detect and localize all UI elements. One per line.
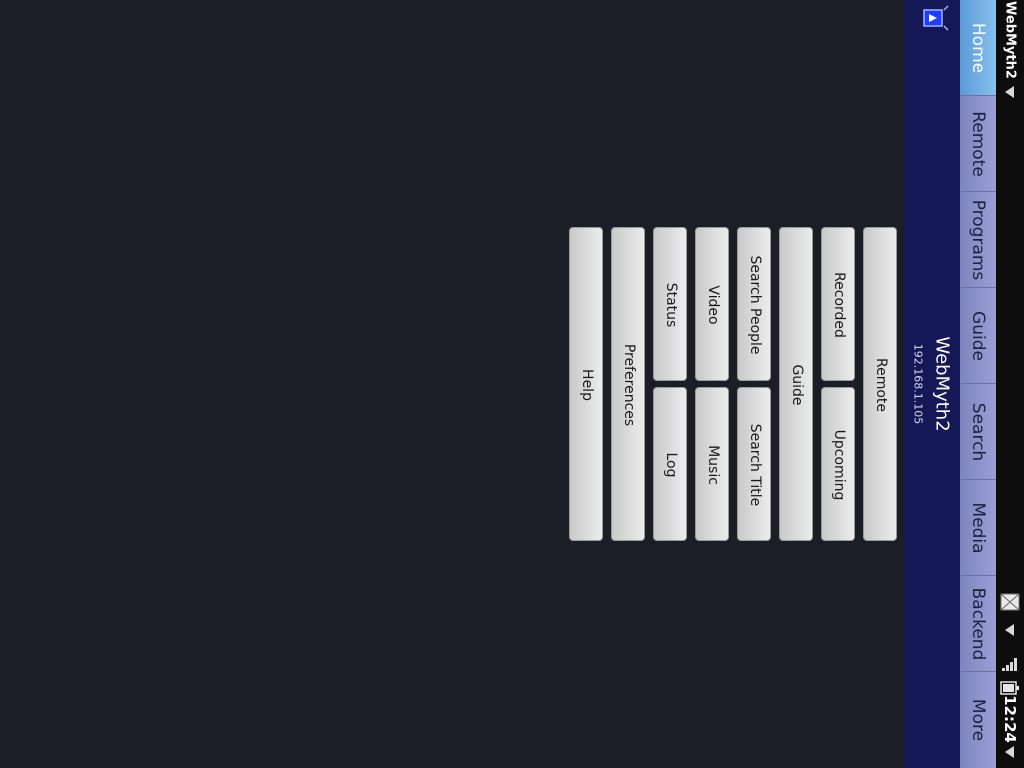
tab-label: Home	[968, 22, 988, 74]
tab-remote[interactable]: Remote	[960, 96, 996, 192]
tab-bar: Home Remote Programs Guide Search Media …	[960, 0, 996, 768]
search-title-button[interactable]: Search Title	[737, 387, 771, 541]
preferences-button[interactable]: Preferences	[611, 227, 645, 541]
tab-label: Guide	[968, 311, 988, 361]
help-button[interactable]: Help	[569, 227, 603, 541]
page-title: WebMyth2	[931, 336, 953, 432]
tab-label: Programs	[968, 199, 988, 281]
tab-label: Search	[968, 402, 988, 462]
button-label: Recorded	[831, 272, 847, 338]
button-label: Status	[663, 282, 679, 328]
guide-button[interactable]: Guide	[779, 227, 813, 541]
tab-label: Backend	[968, 587, 988, 661]
recorded-button[interactable]: Recorded	[821, 227, 855, 381]
status-app-title[interactable]: WebMyth2	[1003, 1, 1018, 79]
button-label: Search Title	[747, 423, 763, 507]
remote-button[interactable]: Remote	[863, 227, 897, 541]
tab-backend[interactable]: Backend	[960, 576, 996, 672]
status-button[interactable]: Status	[653, 227, 687, 381]
search-people-button[interactable]: Search People	[737, 227, 771, 381]
tab-more[interactable]: More	[960, 672, 996, 768]
button-label: Guide	[789, 364, 805, 406]
button-label: Video	[705, 285, 721, 325]
button-label: Preferences	[621, 343, 637, 427]
mail-icon[interactable]	[999, 591, 1021, 613]
upcoming-button[interactable]: Upcoming	[821, 387, 855, 541]
signal-icon	[1000, 654, 1020, 672]
tab-search[interactable]: Search	[960, 384, 996, 480]
backend-ip: 192.168.1.105	[911, 343, 925, 425]
system-status-bar: WebMyth2 12:24	[996, 0, 1024, 768]
log-button[interactable]: Log	[653, 387, 687, 541]
button-label: Upcoming	[831, 429, 847, 501]
notification-arrow-icon[interactable]	[1005, 624, 1014, 636]
tab-home[interactable]: Home	[960, 0, 996, 96]
tab-label: Remote	[968, 111, 988, 177]
button-label: Search People	[747, 255, 763, 355]
app-menu-arrow-icon[interactable]	[1005, 86, 1014, 98]
button-label: Music	[705, 445, 721, 485]
music-button[interactable]: Music	[695, 387, 729, 541]
battery-icon	[1000, 680, 1020, 696]
button-label: Log	[663, 452, 679, 478]
button-label: Help	[579, 369, 595, 401]
button-label: Remote	[873, 357, 889, 413]
screen: WebMyth2 12:24 Home Remote Programs Guid…	[0, 0, 1024, 768]
mythtv-tv-icon[interactable]	[922, 4, 950, 32]
clock: 12:24	[1001, 695, 1019, 743]
tab-media[interactable]: Media	[960, 480, 996, 576]
video-button[interactable]: Video	[695, 227, 729, 381]
tab-guide[interactable]: Guide	[960, 288, 996, 384]
tab-label: More	[968, 698, 988, 742]
system-menu-arrow-icon[interactable]	[1005, 746, 1014, 758]
tab-programs[interactable]: Programs	[960, 192, 996, 288]
tab-label: Media	[968, 502, 988, 554]
